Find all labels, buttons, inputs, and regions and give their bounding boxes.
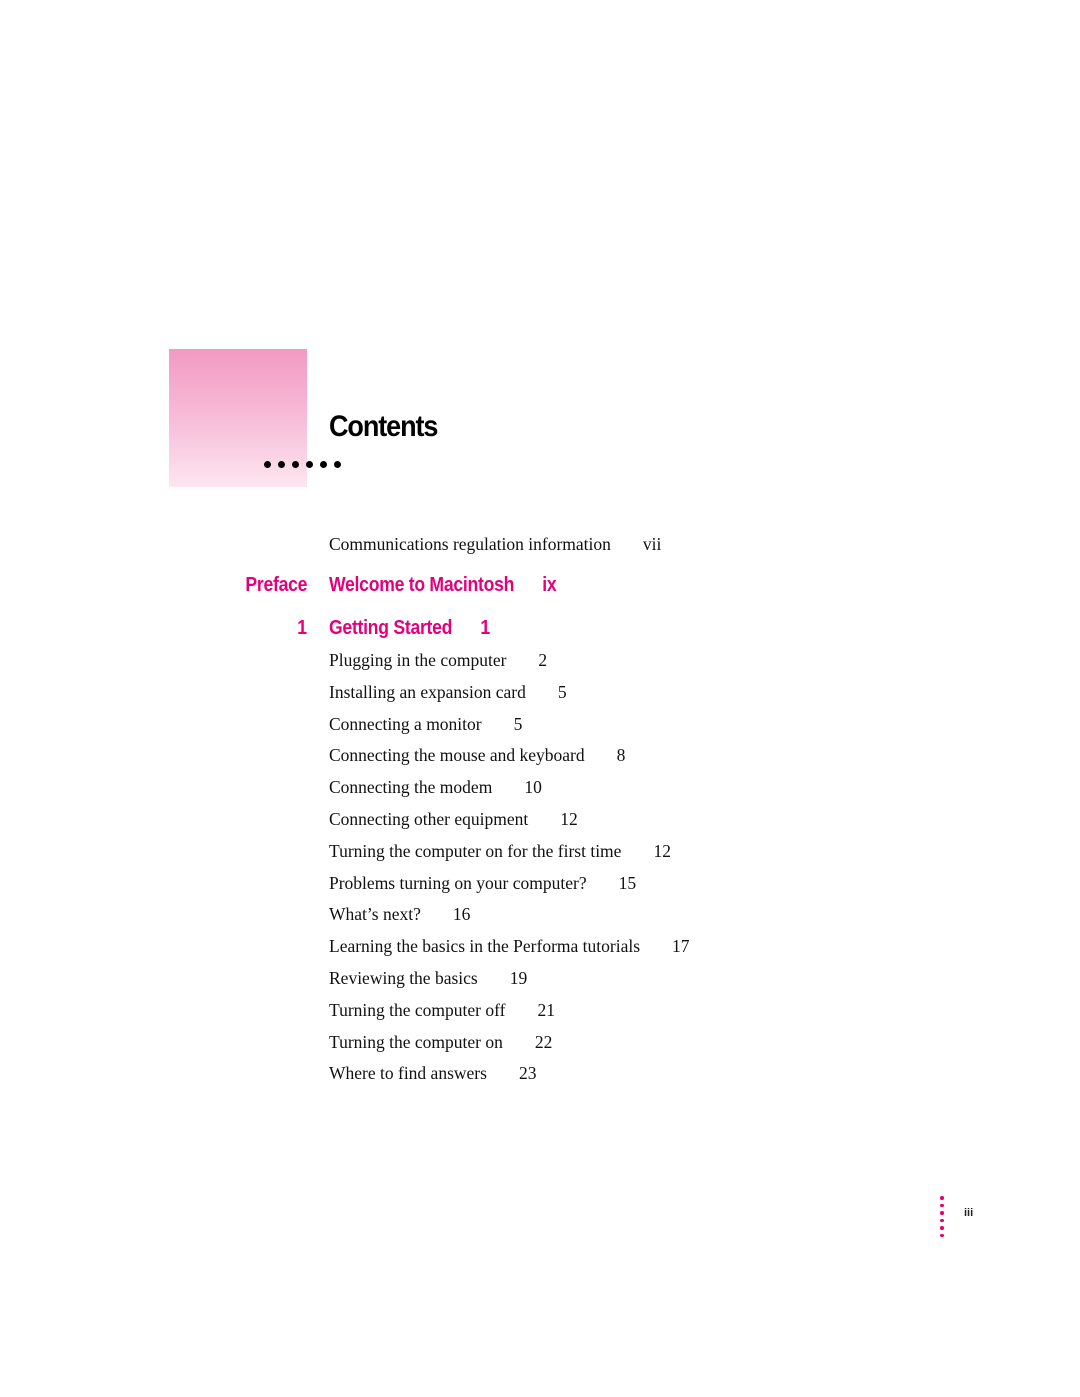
- toc-heading-title: Welcome to Macintosh: [329, 574, 515, 596]
- dot: [940, 1196, 944, 1200]
- toc-entry[interactable]: Where to find answers 23: [329, 1065, 536, 1083]
- toc-entry[interactable]: Reviewing the basics 19: [329, 968, 528, 988]
- toc-entry-label: Connecting the mouse and keyboard: [329, 745, 585, 766]
- dot: [306, 461, 313, 468]
- toc-entry-label: Learning the basics in the Performa tuto…: [329, 936, 641, 957]
- toc-entry[interactable]: Learning the basics in the Performa tuto…: [329, 936, 690, 957]
- toc-heading-title: Getting Started: [329, 617, 453, 639]
- toc-entry-label: Connecting a monitor: [329, 713, 482, 734]
- toc-entry-page: 19: [509, 968, 528, 988]
- dot: [264, 461, 271, 468]
- toc-entry-label: Problems turning on your computer?: [329, 872, 587, 893]
- toc-entry-page: 2: [538, 650, 548, 670]
- toc-entry[interactable]: Connecting other equipment 12: [329, 809, 578, 829]
- toc-entry-label: Where to find answers: [329, 1063, 487, 1084]
- toc-entry-label: Reviewing the basics: [329, 968, 478, 988]
- toc-entry-page: 16: [452, 904, 471, 925]
- toc-entry-page: 8: [616, 745, 626, 766]
- toc-entry-page: vii: [642, 534, 662, 554]
- chapter-number: 1: [297, 617, 307, 639]
- toc-entry-page: 10: [524, 777, 542, 798]
- toc-entry[interactable]: Connecting the mouse and keyboard 8: [329, 747, 625, 765]
- toc-entry[interactable]: Installing an expansion card 5: [329, 681, 567, 702]
- dot: [334, 461, 341, 468]
- page-number: iii: [964, 1207, 974, 1219]
- toc-entry-page: 12: [653, 840, 671, 861]
- dot: [940, 1203, 944, 1207]
- dot: [292, 461, 299, 468]
- toc-entry-page: 5: [557, 681, 567, 702]
- toc-entry-label: Installing an expansion card: [329, 681, 526, 702]
- toc-entry-page: 17: [672, 936, 690, 957]
- toc-heading-page: ix: [542, 574, 557, 596]
- preface-label: Preface: [245, 574, 307, 596]
- dot: [940, 1233, 944, 1237]
- toc-entry[interactable]: What’s next? 16: [329, 906, 470, 924]
- toc-entry-label: Turning the computer on for the first ti…: [329, 840, 622, 861]
- contents-page: Contents Communications regulation infor…: [0, 0, 1080, 1397]
- toc-entry[interactable]: Problems turning on your computer? 15: [329, 872, 637, 893]
- dot: [940, 1211, 944, 1215]
- title-dot-rule: [264, 461, 341, 468]
- toc-entry-page: 21: [537, 999, 555, 1020]
- toc-entry-front-matter[interactable]: Communications regulation information vii: [329, 534, 662, 554]
- toc-entry-page: 5: [513, 713, 523, 734]
- dot: [278, 461, 285, 468]
- toc-entry-page: 15: [618, 872, 637, 893]
- toc-entry[interactable]: Turning the computer on for the first ti…: [329, 840, 671, 861]
- dot: [940, 1218, 944, 1222]
- toc-entry-page: 23: [518, 1063, 537, 1084]
- toc-entry[interactable]: Turning the computer off 21: [329, 999, 555, 1020]
- toc-heading-chapter-1[interactable]: Getting Started 1: [329, 618, 490, 638]
- toc-heading-page: 1: [480, 617, 490, 639]
- toc-entry-label: Turning the computer off: [329, 999, 506, 1020]
- toc-entry[interactable]: Connecting the modem 10: [329, 777, 542, 798]
- dot: [940, 1226, 944, 1230]
- toc-entry[interactable]: Connecting a monitor 5: [329, 713, 523, 734]
- dot: [320, 461, 327, 468]
- toc-entry[interactable]: Turning the computer on 22: [329, 1031, 553, 1052]
- page-title: Contents: [329, 410, 438, 443]
- toc-entry-page: 22: [534, 1031, 553, 1052]
- toc-entry-label: Connecting other equipment: [329, 809, 529, 829]
- toc-entry[interactable]: Plugging in the computer 2: [329, 650, 548, 670]
- toc-entry-label: Turning the computer on: [329, 1031, 503, 1052]
- toc-entry-label: Plugging in the computer: [329, 650, 507, 670]
- toc-heading-preface[interactable]: Welcome to Macintosh ix: [329, 574, 557, 596]
- toc-entry-label: Communications regulation information: [329, 534, 611, 554]
- folio-dot-rule: [940, 1196, 944, 1237]
- toc-entry-page: 12: [560, 809, 578, 829]
- toc-entry-label: What’s next?: [329, 904, 421, 925]
- toc-entry-label: Connecting the modem: [329, 777, 493, 798]
